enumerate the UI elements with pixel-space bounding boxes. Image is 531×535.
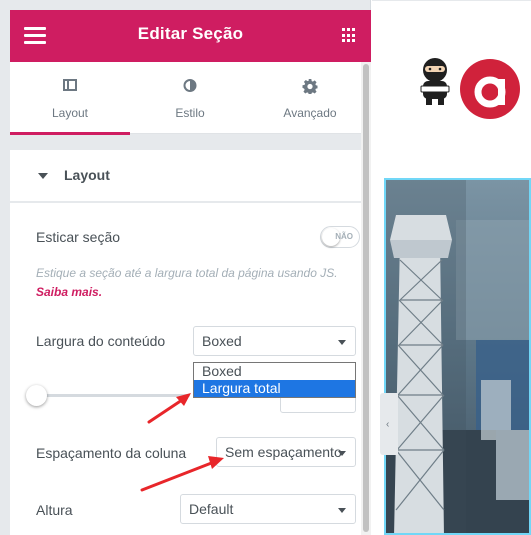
tab-label: Estilo	[175, 106, 205, 120]
chevron-down-icon	[338, 508, 346, 513]
panel-tabs: Layout Estilo Avançado	[10, 62, 371, 135]
content-width-label: Largura do conteúdo	[36, 333, 166, 349]
stretch-label: Esticar seção	[36, 229, 121, 245]
height-select[interactable]: Default	[180, 494, 356, 524]
section-header-layout[interactable]: Layout	[10, 150, 371, 202]
caret-down-icon	[38, 173, 48, 179]
tab-label: Avançado	[283, 106, 337, 120]
chevron-down-icon	[338, 451, 346, 456]
annotation-arrow-1	[147, 393, 191, 424]
chevron-down-icon	[338, 340, 346, 345]
apps-grid-icon[interactable]	[342, 28, 357, 43]
chevron-left-icon: ‹	[386, 419, 390, 430]
width-slider-handle[interactable]	[26, 385, 47, 406]
height-label: Altura	[36, 502, 73, 518]
column-gap-value: Sem espaçamento	[225, 444, 342, 460]
dropdown-option-boxed[interactable]: Boxed	[194, 363, 355, 380]
toggle-text: NÃO	[335, 232, 353, 241]
scrollbar-thumb[interactable]	[363, 64, 369, 532]
content-width-value: Boxed	[202, 333, 242, 349]
tab-advanced[interactable]: Avançado	[250, 62, 370, 134]
column-gap-select[interactable]: Sem espaçamento	[216, 437, 356, 467]
panel-scrollbar[interactable]	[361, 62, 371, 535]
contrast-half-circle-icon	[183, 79, 197, 92]
collapse-panel-button[interactable]: ‹	[380, 393, 398, 455]
stretch-description: Estique a seção até a largura total da p…	[36, 264, 346, 302]
section-title: Layout	[64, 167, 110, 183]
ninja-mascot-logo	[420, 58, 450, 105]
section-hero-image[interactable]	[384, 178, 531, 535]
site-header-preview	[372, 0, 531, 178]
tab-style[interactable]: Estilo	[130, 62, 250, 134]
stretch-toggle[interactable]: NÃO	[320, 226, 360, 248]
content-width-select[interactable]: Boxed	[193, 326, 356, 356]
panel-header: Editar Seção	[10, 10, 371, 62]
brand-a-logo	[460, 59, 520, 119]
tab-layout[interactable]: Layout	[10, 62, 130, 135]
height-value: Default	[189, 501, 234, 517]
tokyo-tower-photo	[386, 180, 529, 533]
page-preview: ‹	[372, 0, 531, 535]
learn-more-link[interactable]: Saiba mais.	[36, 285, 102, 299]
tab-label: Layout	[51, 106, 89, 120]
panel-title: Editar Seção	[137, 24, 244, 43]
layout-columns-icon	[63, 79, 77, 91]
stretch-description-text: Estique a seção até a largura total da p…	[36, 266, 338, 280]
content-width-dropdown: Boxed Largura total	[193, 362, 356, 398]
gear-icon	[302, 79, 318, 97]
annotation-arrow-2	[140, 456, 224, 492]
dropdown-option-full-width[interactable]: Largura total	[194, 380, 355, 397]
